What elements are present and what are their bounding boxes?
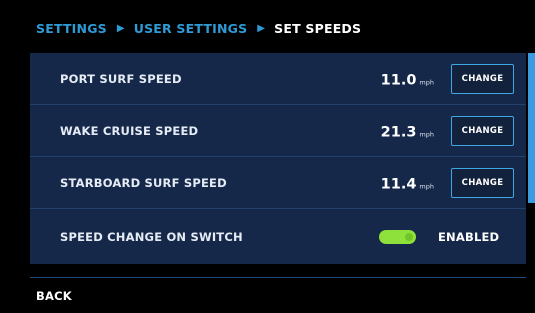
speed-value: 11.4 xyxy=(380,176,417,192)
footer-divider xyxy=(30,277,526,278)
breadcrumb-separator-icon: ▶ xyxy=(116,22,125,34)
setting-label: PORT SURF SPEED xyxy=(60,71,182,86)
speed-unit: mph xyxy=(419,182,434,190)
breadcrumb-user-settings[interactable]: USER SETTINGS xyxy=(134,21,248,36)
speed-settings-panel: PORT SURF SPEED 11.0 mph CHANGE WAKE CRUI… xyxy=(30,53,526,264)
speed-change-on-switch-row: SPEED CHANGE ON SWITCH ENABLED xyxy=(30,209,526,264)
breadcrumb-set-speeds: SET SPEEDS xyxy=(274,20,362,36)
toggle-state-label: ENABLED xyxy=(438,229,500,244)
change-wake-cruise-speed-button[interactable]: CHANGE xyxy=(451,115,514,146)
speed-unit: mph xyxy=(419,130,434,138)
scrollbar-thumb[interactable] xyxy=(528,53,535,203)
setting-label: STARBOARD SURF SPEED xyxy=(60,175,227,190)
speed-value: 11.0 xyxy=(380,72,417,88)
breadcrumb-separator-icon: ▶ xyxy=(257,22,266,34)
speed-value: 21.3 xyxy=(380,124,417,140)
change-starboard-surf-speed-button[interactable]: CHANGE xyxy=(451,167,514,198)
setting-label: WAKE CRUISE SPEED xyxy=(60,123,199,138)
toggle-knob xyxy=(405,232,413,241)
back-button[interactable]: BACK xyxy=(36,289,72,303)
setting-label: SPEED CHANGE ON SWITCH xyxy=(60,229,243,244)
set-speeds-screen: SETTINGS ▶ USER SETTINGS ▶ SET SPEEDS PO… xyxy=(0,0,535,313)
change-port-surf-speed-button[interactable]: CHANGE xyxy=(451,63,514,94)
wake-cruise-speed-row: WAKE CRUISE SPEED 21.3 mph CHANGE xyxy=(30,105,526,157)
speed-readout: 21.3 mph xyxy=(381,121,434,140)
starboard-surf-speed-row: STARBOARD SURF SPEED 11.4 mph CHANGE xyxy=(30,157,526,209)
breadcrumb: SETTINGS ▶ USER SETTINGS ▶ SET SPEEDS xyxy=(36,19,361,37)
port-surf-speed-row: PORT SURF SPEED 11.0 mph CHANGE xyxy=(30,53,526,105)
speed-unit: mph xyxy=(419,78,434,86)
speed-readout: 11.4 mph xyxy=(381,173,434,192)
speed-readout: 11.0 mph xyxy=(381,69,434,88)
breadcrumb-settings[interactable]: SETTINGS xyxy=(36,21,107,36)
speed-change-toggle[interactable] xyxy=(379,229,416,244)
